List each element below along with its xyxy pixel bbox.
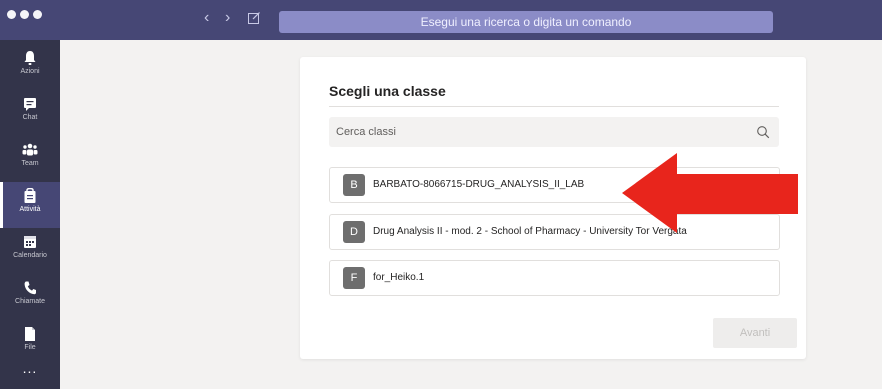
class-name: BARBATO-8066715-DRUG_ANALYSIS_II_LAB [373, 179, 585, 190]
rail-label: Attività [19, 206, 41, 213]
phone-icon [24, 281, 36, 295]
rail-item-team[interactable]: Team [0, 136, 60, 182]
compose-icon[interactable] [248, 12, 261, 24]
assignments-icon [24, 188, 36, 203]
class-name: for_Heiko.1 [373, 272, 425, 283]
next-button[interactable]: Avanti [713, 318, 797, 348]
chat-icon [24, 98, 36, 111]
command-search-bar[interactable]: Esegui una ricerca o digita un comando [279, 11, 773, 33]
team-icon [22, 143, 38, 156]
search-icon[interactable] [756, 125, 770, 139]
close-window-button[interactable] [7, 10, 16, 19]
rail-item-assignments[interactable]: Attività [0, 182, 60, 228]
rail-label: Azioni [20, 68, 40, 75]
class-search-input[interactable] [329, 117, 739, 147]
bell-icon [24, 51, 36, 65]
rail-label: File [24, 344, 36, 351]
forward-arrow-icon[interactable]: › [225, 10, 230, 26]
file-icon [25, 327, 35, 341]
rail-item-calendar[interactable]: Calendario [0, 228, 60, 274]
rail-label: Calendario [13, 252, 47, 259]
annotation-arrow-icon [622, 153, 798, 233]
back-arrow-icon[interactable]: ‹ [204, 10, 209, 26]
more-apps-button[interactable]: ... [0, 360, 60, 376]
class-search-field [329, 117, 779, 147]
class-initial-badge: F [343, 267, 365, 289]
minimize-window-button[interactable] [20, 10, 29, 19]
rail-item-calls[interactable]: Chiamate [0, 274, 60, 320]
rail-item-chat[interactable]: Chat [0, 90, 60, 136]
title-bar: ‹ › Esegui una ricerca o digita un coman… [0, 0, 882, 40]
rail-label: Chiamate [15, 298, 45, 305]
class-list-item[interactable]: F for_Heiko.1 [329, 260, 780, 296]
rail-item-actions[interactable]: Azioni [0, 44, 60, 90]
class-initial-badge: B [343, 174, 365, 196]
maximize-window-button[interactable] [33, 10, 42, 19]
divider [329, 106, 779, 107]
rail-label: Chat [22, 114, 38, 121]
rail-label: Team [21, 160, 39, 167]
class-initial-badge: D [343, 221, 365, 243]
calendar-icon [24, 236, 36, 248]
dialog-title: Scegli una classe [329, 83, 446, 99]
app-rail: Azioni Chat Team Attività Calendario Chi… [0, 40, 60, 389]
